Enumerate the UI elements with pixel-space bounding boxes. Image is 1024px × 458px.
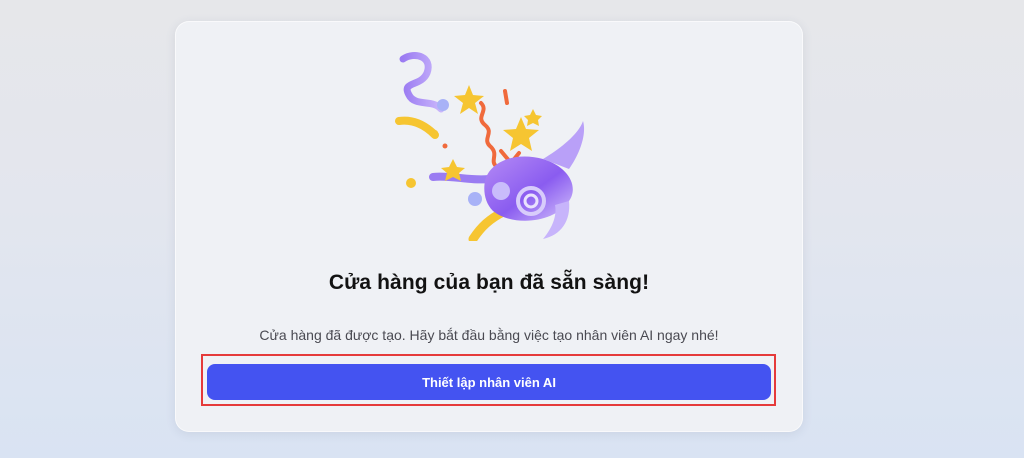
dialog-message: Cửa hàng đã được tạo. Hãy bắt đầu bằng v… [259,327,719,343]
success-dialog: Cửa hàng của bạn đã sẵn sàng! Cửa hàng đ… [175,21,803,432]
setup-ai-staff-button[interactable]: Thiết lập nhân viên AI [207,364,771,400]
party-popper-icon [395,52,585,241]
dialog-title: Cửa hàng của bạn đã sẵn sàng! [328,271,650,294]
